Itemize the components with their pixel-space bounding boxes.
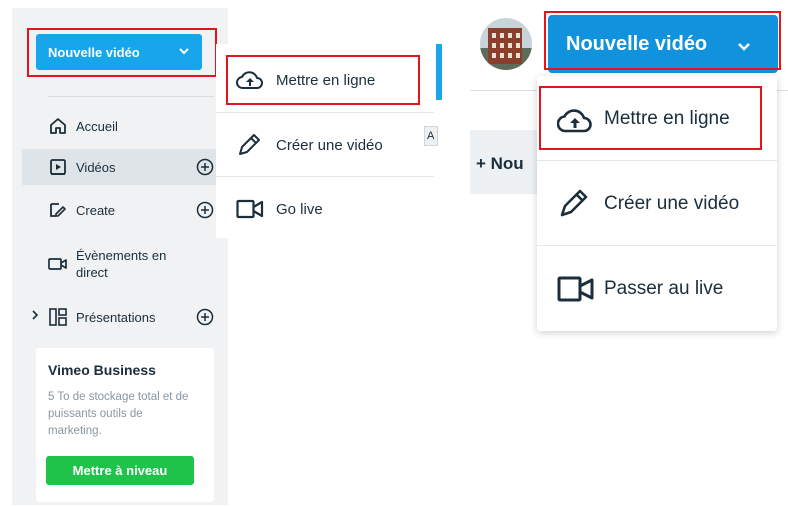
divider xyxy=(537,160,777,161)
avatar[interactable] xyxy=(480,18,532,70)
video-camera-icon xyxy=(557,276,595,308)
menu-item-go-live[interactable]: Go live xyxy=(216,184,434,234)
add-icon[interactable] xyxy=(196,308,214,329)
button-edge xyxy=(436,44,442,100)
add-icon[interactable] xyxy=(196,201,214,222)
showcase-grid-icon xyxy=(48,307,68,330)
menu-item-label: Passer au live xyxy=(604,278,724,299)
highlight-box xyxy=(226,55,420,105)
sidebar-item-home[interactable]: Accueil xyxy=(22,108,228,144)
menu-item-label: Go live xyxy=(276,201,323,218)
camera-icon xyxy=(48,256,68,275)
business-title: Vimeo Business xyxy=(48,362,156,378)
divider xyxy=(537,245,777,246)
partial-new-label[interactable]: + Nou xyxy=(476,154,524,174)
menu-item-label: Créer une vidéo xyxy=(604,193,740,214)
sidebar-item-label: Create xyxy=(76,202,116,218)
highlight-box xyxy=(544,11,781,70)
menu-item-go-live[interactable]: Passer au live xyxy=(537,250,777,326)
sidebar-item-live-events[interactable]: Évènements en direct xyxy=(22,244,228,284)
pencil-icon xyxy=(236,132,262,162)
chevron-right-icon[interactable] xyxy=(30,308,40,325)
sidebar-item-label: Évènements en direct xyxy=(76,248,167,280)
sidebar-item-label: Accueil xyxy=(76,118,118,134)
sidebar-item-create[interactable]: Create xyxy=(22,192,228,228)
divider xyxy=(216,112,434,113)
home-icon xyxy=(48,116,68,139)
menu-item-label: Créer une vidéo xyxy=(276,137,383,154)
menu-item-create-video[interactable]: Créer une vidéo xyxy=(537,166,777,242)
divider xyxy=(48,96,214,97)
divider xyxy=(216,176,434,177)
highlight-box xyxy=(539,86,762,150)
sidebar-item-videos[interactable]: Vidéos xyxy=(22,149,228,185)
video-camera-icon xyxy=(236,199,264,223)
sidebar-item-label: Présentations xyxy=(76,309,156,325)
video-file-icon xyxy=(48,157,68,180)
highlight-box xyxy=(27,28,217,77)
business-description: 5 To de stockage total et de puissants o… xyxy=(48,391,189,437)
pencil-icon xyxy=(557,186,591,226)
create-icon xyxy=(48,200,68,223)
sidebar-item-label: Vidéos xyxy=(76,159,116,175)
add-icon[interactable] xyxy=(196,158,214,179)
menu-item-create-video[interactable]: Créer une vidéo xyxy=(216,120,434,170)
upgrade-button[interactable]: Mettre à niveau xyxy=(46,456,194,485)
sidebar-item-showcases[interactable]: Présentations xyxy=(22,299,228,335)
